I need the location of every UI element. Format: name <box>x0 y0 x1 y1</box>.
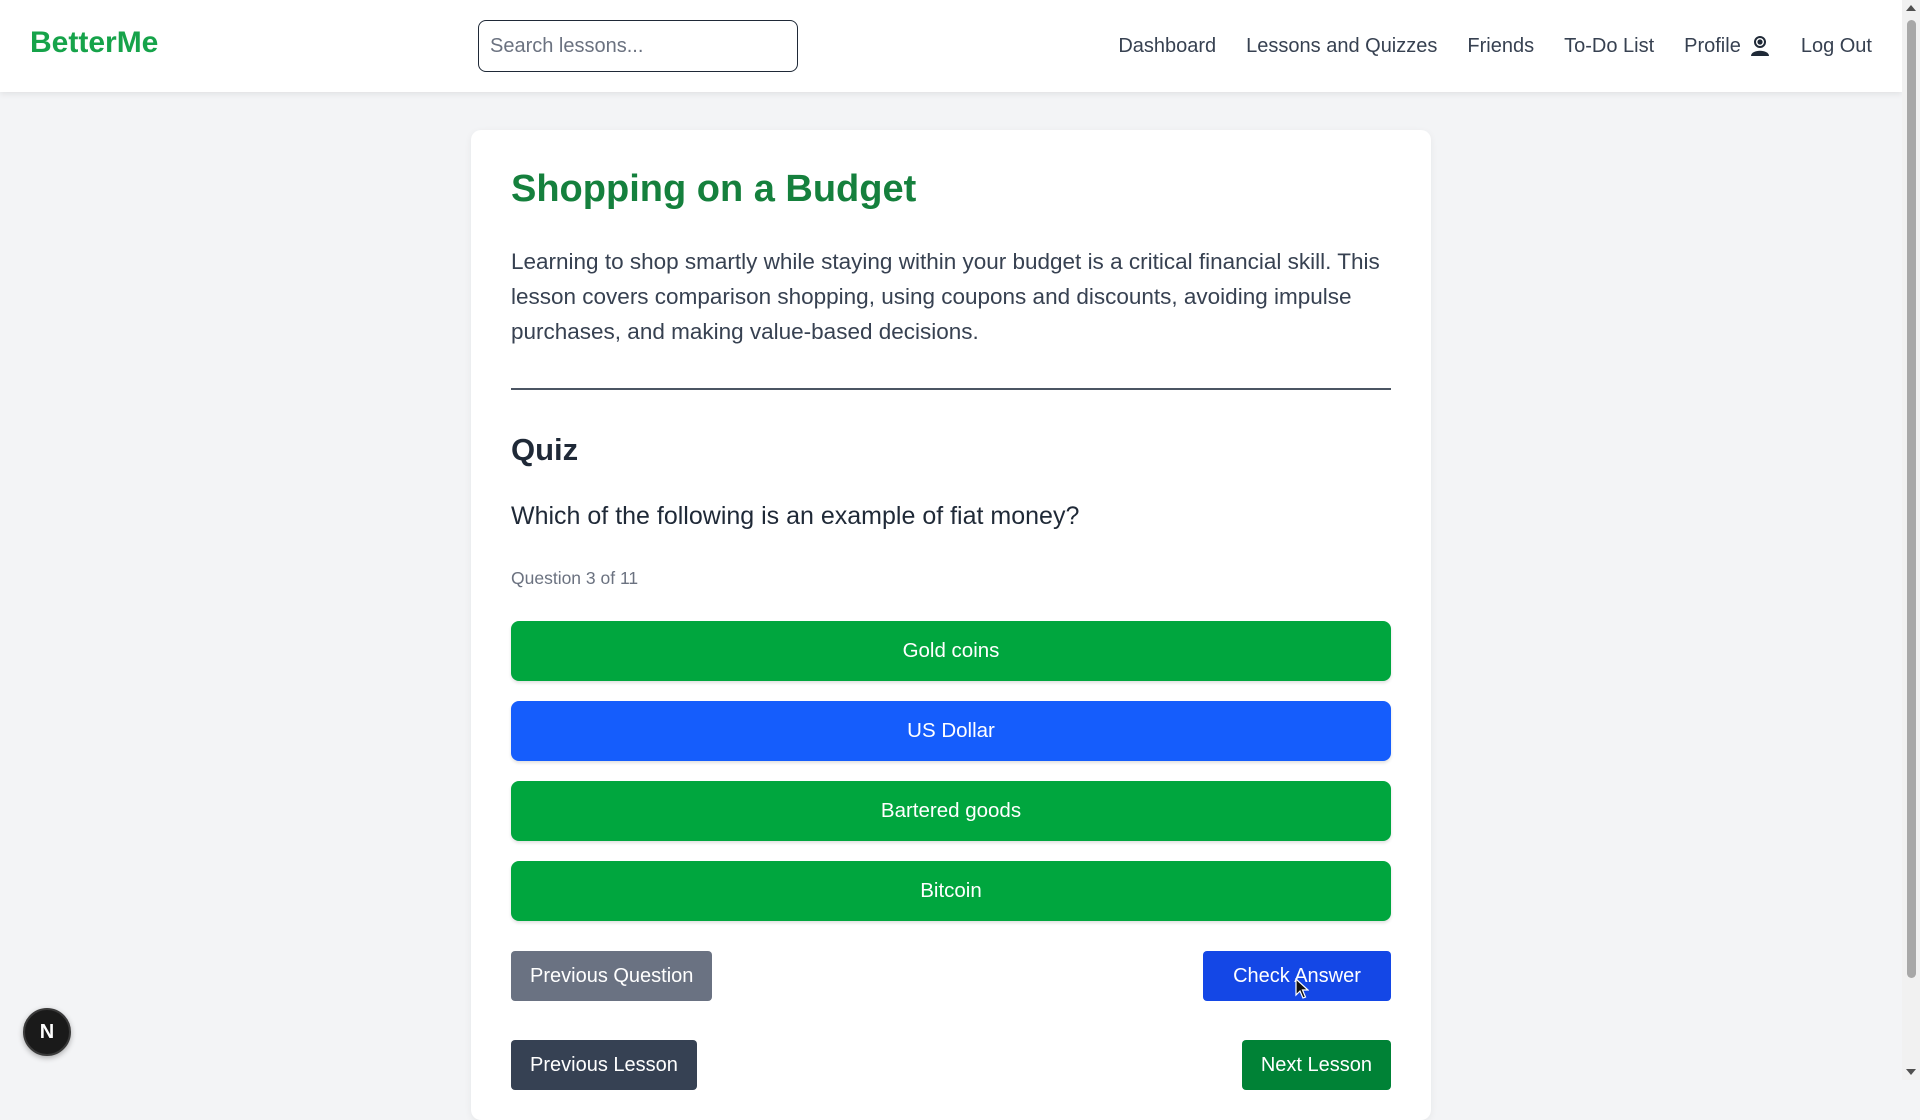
nav-lessons-and-quizzes[interactable]: Lessons and Quizzes <box>1246 35 1437 58</box>
lesson-card: Shopping on a Budget Learning to shop sm… <box>471 130 1431 1120</box>
answer-option-gold-coins[interactable]: Gold coins <box>511 621 1391 681</box>
nav-profile-label: Profile <box>1684 34 1741 57</box>
nav-dashboard[interactable]: Dashboard <box>1118 35 1216 58</box>
next-lesson-button[interactable]: Next Lesson <box>1241 1040 1391 1090</box>
nav-to-do-list[interactable]: To-Do List <box>1564 35 1654 58</box>
brand-logo[interactable]: BetterMe <box>30 26 158 60</box>
search-input[interactable] <box>478 20 798 72</box>
page-scrollbar[interactable] <box>1902 0 1920 1080</box>
nav-profile[interactable]: Profile <box>1684 35 1771 58</box>
scroll-down-arrow-icon[interactable] <box>1906 1069 1916 1075</box>
scroll-thumb[interactable] <box>1907 20 1916 978</box>
previous-question-button[interactable]: Previous Question <box>511 951 713 1001</box>
answer-option-bartered-goods[interactable]: Bartered goods <box>511 781 1391 841</box>
lesson-description: Learning to shop smartly while staying w… <box>511 249 1380 344</box>
section-divider <box>511 388 1391 390</box>
quiz-question: Which of the following is an example of … <box>511 502 1080 530</box>
nav-log-out[interactable]: Log Out <box>1801 35 1872 58</box>
answer-option-bitcoin[interactable]: Bitcoin <box>511 861 1391 921</box>
scroll-up-arrow-icon[interactable] <box>1906 5 1916 11</box>
question-counter: Question 3 of 11 <box>511 568 639 588</box>
lesson-title: Shopping on a Budget <box>511 168 917 210</box>
nav-friends[interactable]: Friends <box>1467 35 1534 58</box>
mouse-cursor-icon <box>1295 978 1309 999</box>
previous-lesson-button[interactable]: Previous Lesson <box>511 1040 697 1090</box>
user-icon <box>1750 36 1769 56</box>
quiz-heading: Quiz <box>511 432 579 467</box>
answer-option-us-dollar[interactable]: US Dollar <box>511 701 1391 761</box>
nav-menu: Dashboard Lessons and Quizzes Friends To… <box>1118 0 1872 92</box>
dev-tools-badge[interactable]: N <box>23 1008 71 1056</box>
navbar: BetterMe Dashboard Lessons and Quizzes F… <box>0 0 1902 92</box>
